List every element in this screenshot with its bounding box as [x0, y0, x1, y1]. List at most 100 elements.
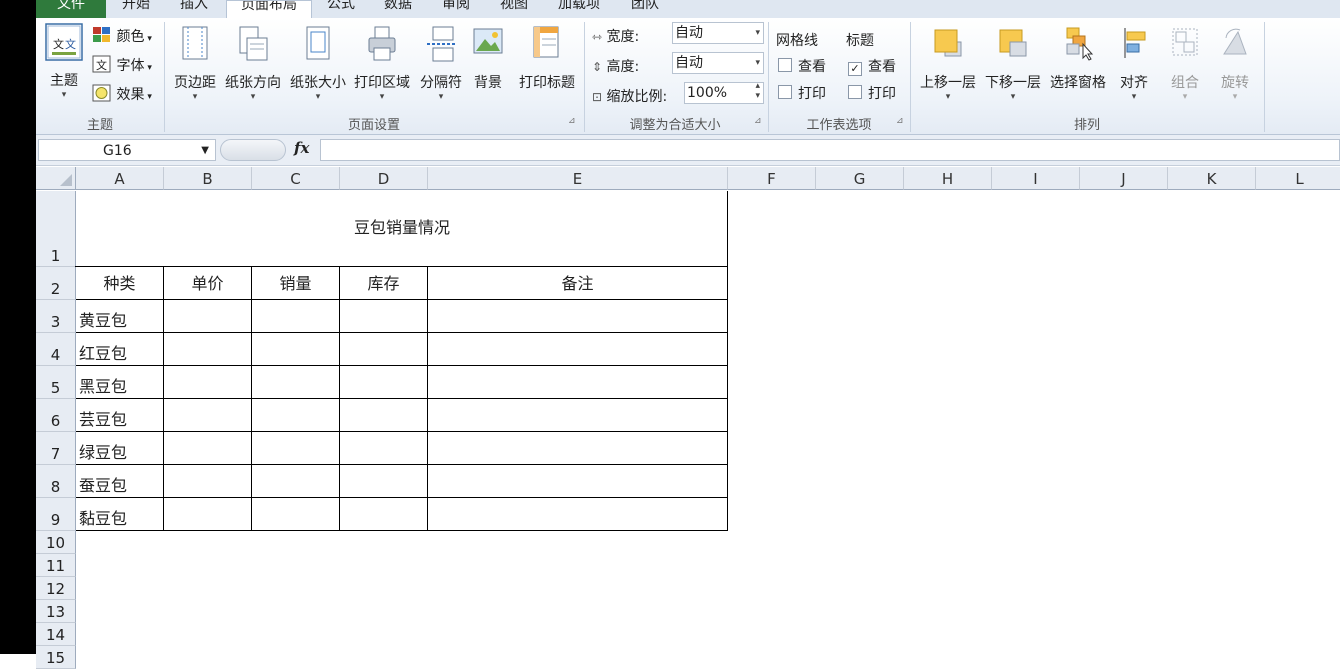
row-header-4[interactable]: 4: [36, 333, 76, 366]
table-cell[interactable]: [428, 333, 728, 366]
table-header-cell[interactable]: 销量: [252, 267, 340, 300]
rotate-button[interactable]: 旋转 ▾: [1212, 24, 1258, 102]
theme-effects-button[interactable]: 效果 ▾: [92, 84, 152, 104]
formula-input[interactable]: [320, 139, 1340, 161]
table-cell[interactable]: [340, 300, 428, 333]
column-header-h[interactable]: H: [904, 167, 992, 190]
tab-insert[interactable]: 插入: [180, 0, 220, 18]
row-header-13[interactable]: 13: [36, 600, 76, 623]
width-select[interactable]: 自动 ▾: [672, 22, 764, 44]
margins-button[interactable]: 页边距 ▾: [170, 24, 220, 102]
height-select[interactable]: 自动 ▾: [672, 52, 764, 74]
table-header-cell[interactable]: 单价: [164, 267, 252, 300]
table-cell[interactable]: [428, 465, 728, 498]
gridlines-print-checkbox[interactable]: 打印: [778, 83, 826, 103]
row-header-6[interactable]: 6: [36, 399, 76, 432]
headings-print-checkbox[interactable]: 打印: [848, 83, 896, 103]
table-cell[interactable]: [164, 498, 252, 531]
spinner-arrows-icon[interactable]: ▴ ▾: [755, 81, 760, 101]
tab-team[interactable]: 团队: [631, 0, 671, 18]
tab-view[interactable]: 视图: [500, 0, 540, 18]
column-header-l[interactable]: L: [1256, 167, 1340, 190]
page-size-button[interactable]: 纸张大小 ▾: [286, 24, 350, 102]
row-header-3[interactable]: 3: [36, 300, 76, 333]
orientation-button[interactable]: 纸张方向 ▾: [222, 24, 284, 102]
tab-file[interactable]: 文件: [36, 0, 106, 18]
dialog-launcher-icon[interactable]: ⊿: [754, 116, 764, 126]
table-row-label[interactable]: 芸豆包: [76, 399, 164, 432]
group-button[interactable]: 组合 ▾: [1160, 24, 1210, 102]
align-button[interactable]: 对齐 ▾: [1112, 24, 1156, 102]
table-row-label[interactable]: 绿豆包: [76, 432, 164, 465]
tab-formulas[interactable]: 公式: [327, 0, 367, 18]
theme-fonts-button[interactable]: 文 字体 ▾: [92, 55, 152, 75]
row-header-1[interactable]: 1: [36, 191, 76, 267]
send-backward-button[interactable]: 下移一层 ▾: [980, 24, 1046, 102]
row-header-2[interactable]: 2: [36, 267, 76, 300]
row-header-10[interactable]: 10: [36, 531, 76, 554]
tab-page-layout[interactable]: 页面布局: [226, 0, 312, 19]
table-cell[interactable]: [428, 366, 728, 399]
table-cell[interactable]: [252, 498, 340, 531]
table-cell[interactable]: [164, 399, 252, 432]
tab-home[interactable]: 开始: [122, 0, 162, 18]
table-header-cell[interactable]: 种类: [76, 267, 164, 300]
column-header-k[interactable]: K: [1168, 167, 1256, 190]
row-header-11[interactable]: 11: [36, 554, 76, 577]
table-header-cell[interactable]: 库存: [340, 267, 428, 300]
column-header-i[interactable]: I: [992, 167, 1080, 190]
scale-spinner[interactable]: 100% ▴ ▾: [684, 81, 764, 104]
table-header-cell[interactable]: 备注: [428, 267, 728, 300]
table-cell[interactable]: [428, 399, 728, 432]
row-header-9[interactable]: 9: [36, 498, 76, 531]
insert-function-button[interactable]: fx: [294, 139, 309, 157]
row-header-8[interactable]: 8: [36, 465, 76, 498]
table-cell[interactable]: [340, 498, 428, 531]
table-cell[interactable]: [164, 333, 252, 366]
theme-colors-button[interactable]: 颜色 ▾: [92, 26, 152, 46]
selection-pane-button[interactable]: 选择窗格: [1046, 24, 1110, 92]
row-header-12[interactable]: 12: [36, 577, 76, 600]
bring-forward-button[interactable]: 上移一层 ▾: [916, 24, 980, 102]
themes-button[interactable]: 文 文 主题 ▾: [42, 22, 86, 100]
row-header-7[interactable]: 7: [36, 432, 76, 465]
breaks-button[interactable]: 分隔符 ▾: [416, 24, 466, 102]
column-header-e[interactable]: E: [428, 167, 728, 190]
print-area-button[interactable]: 打印区域 ▾: [350, 24, 414, 102]
table-cell[interactable]: [252, 465, 340, 498]
row-header-5[interactable]: 5: [36, 366, 76, 399]
background-button[interactable]: 背景: [468, 24, 508, 92]
tab-review[interactable]: 审阅: [442, 0, 482, 18]
dialog-launcher-icon[interactable]: ⊿: [896, 116, 906, 126]
table-cell[interactable]: [428, 498, 728, 531]
column-header-b[interactable]: B: [164, 167, 252, 190]
sheet-title-cell[interactable]: 豆包销量情况: [76, 191, 728, 267]
gridlines-view-checkbox[interactable]: 查看: [778, 56, 826, 76]
table-cell[interactable]: [340, 366, 428, 399]
table-cell[interactable]: [164, 300, 252, 333]
formula-bar-splitter[interactable]: [220, 139, 286, 161]
column-header-a[interactable]: A: [76, 167, 164, 190]
select-all-corner[interactable]: [36, 167, 76, 190]
table-cell[interactable]: [164, 465, 252, 498]
table-row-label[interactable]: 黄豆包: [76, 300, 164, 333]
column-header-g[interactable]: G: [816, 167, 904, 190]
column-header-j[interactable]: J: [1080, 167, 1168, 190]
table-row-label[interactable]: 红豆包: [76, 333, 164, 366]
table-cell[interactable]: [252, 300, 340, 333]
table-cell[interactable]: [340, 432, 428, 465]
table-cell[interactable]: [252, 333, 340, 366]
table-cell[interactable]: [340, 399, 428, 432]
tab-data[interactable]: 数据: [384, 0, 424, 18]
name-box[interactable]: G16 ▼: [38, 139, 216, 161]
table-cell[interactable]: [164, 432, 252, 465]
table-cell[interactable]: [428, 300, 728, 333]
column-header-f[interactable]: F: [728, 167, 816, 190]
table-cell[interactable]: [252, 399, 340, 432]
column-header-d[interactable]: D: [340, 167, 428, 190]
table-cell[interactable]: [340, 333, 428, 366]
table-cell[interactable]: [428, 432, 728, 465]
table-cell[interactable]: [340, 465, 428, 498]
dialog-launcher-icon[interactable]: ⊿: [568, 116, 578, 126]
table-row-label[interactable]: 黏豆包: [76, 498, 164, 531]
